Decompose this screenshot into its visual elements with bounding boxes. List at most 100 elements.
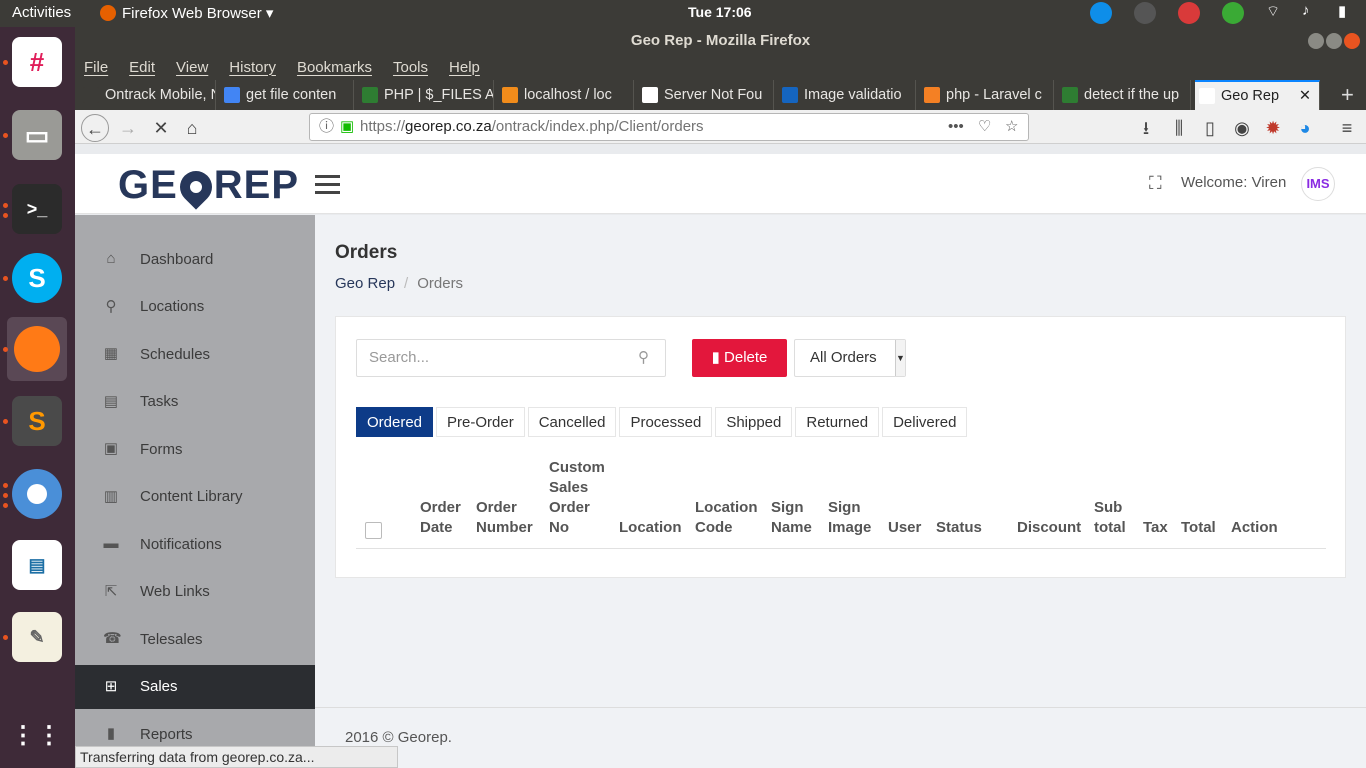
activities-button[interactable]: Activities <box>12 4 71 21</box>
account-icon[interactable]: ◉ <box>1228 114 1256 142</box>
teamviewer-icon[interactable] <box>1090 2 1112 24</box>
select-all-checkbox[interactable] <box>365 522 382 539</box>
wifi-icon[interactable]: ⌔ <box>1266 2 1280 24</box>
browser-tab[interactable]: PHP | $_FILES A <box>358 80 494 110</box>
sidebar-item-tasks[interactable]: ▤ Tasks <box>75 380 315 424</box>
browser-tab[interactable]: Ontrack Mobile, N <box>79 80 216 110</box>
column-header[interactable]: Status <box>936 518 982 538</box>
menu-toggle-icon[interactable] <box>315 175 340 194</box>
sidebar-item-sales[interactable]: ⊞ Sales <box>75 664 315 709</box>
clock[interactable]: Tue 17:06 <box>688 4 752 20</box>
sidebar-item-web-links[interactable]: ⇱ Web Links <box>75 570 315 614</box>
back-button[interactable]: ← <box>81 114 109 142</box>
column-header[interactable]: Order Date <box>420 498 461 538</box>
column-header[interactable]: Custom Sales Order No <box>549 458 605 538</box>
column-header[interactable]: Location Code <box>695 498 758 538</box>
tab-label: detect if the up <box>1084 87 1180 103</box>
column-header[interactable]: Sign Name <box>771 498 812 538</box>
menu-bookmarks[interactable]: Bookmarks <box>297 59 372 76</box>
fullscreen-icon[interactable]: ⛶ <box>1149 173 1162 194</box>
skype-icon[interactable]: S <box>12 253 62 303</box>
tab-shipped[interactable]: Shipped <box>715 407 793 437</box>
sidebar-item-notifications[interactable]: ▬ Notifications <box>75 522 315 566</box>
column-header[interactable]: Total <box>1181 518 1216 538</box>
menu-file[interactable]: File <box>84 59 108 76</box>
extension-2-icon[interactable]: ◕ <box>1291 114 1319 142</box>
tab-returned[interactable]: Returned <box>795 407 880 437</box>
breadcrumb-home[interactable]: Geo Rep <box>335 275 395 292</box>
terminal-icon[interactable]: >_ <box>12 184 62 234</box>
minimize-button[interactable] <box>1308 33 1324 49</box>
pocket-icon[interactable]: ♡ <box>978 114 991 140</box>
hamburger-menu-icon[interactable]: ≡ <box>1333 114 1361 142</box>
menu-edit[interactable]: Edit <box>129 59 155 76</box>
browser-tab[interactable]: Server Not Fou <box>638 80 774 110</box>
sidebar-item-telesales[interactable]: ☎ Telesales <box>75 617 315 661</box>
chromium-icon[interactable] <box>12 469 62 519</box>
menu-view[interactable]: View <box>176 59 208 76</box>
column-header[interactable]: Sign Image <box>828 498 871 538</box>
text-editor-icon[interactable]: ✎ <box>12 612 62 662</box>
volume-icon[interactable]: ♪ <box>1302 2 1316 24</box>
browser-tab[interactable]: Image validatio <box>778 80 916 110</box>
sidebar-item-locations[interactable]: ⚲ Locations <box>75 285 315 329</box>
avatar[interactable]: IMS <box>1301 167 1335 201</box>
battery-icon[interactable]: ▮ <box>1338 2 1352 24</box>
stop-icon[interactable] <box>1178 2 1200 24</box>
tab-ordered[interactable]: Ordered <box>356 407 434 437</box>
firefox-dock-icon[interactable] <box>7 317 67 381</box>
close-window-button[interactable] <box>1344 33 1360 49</box>
libreoffice-impress-icon[interactable]: ▤ <box>12 540 62 590</box>
orders-filter-select[interactable]: All Orders ▼ <box>794 339 906 377</box>
sidebar-toggle-icon[interactable]: ▯ <box>1196 114 1224 142</box>
downloads-icon[interactable]: ⭳ <box>1132 114 1160 142</box>
info-icon[interactable]: ⓘ <box>319 114 334 140</box>
file-manager-icon[interactable]: ▭ <box>12 110 62 160</box>
extension-icon[interactable]: ✹ <box>1259 114 1287 142</box>
maximize-button[interactable] <box>1326 33 1342 49</box>
column-header[interactable]: Order Number <box>476 498 533 538</box>
tab-cancelled[interactable]: Cancelled <box>527 407 617 437</box>
sidebar-item-content-library[interactable]: ▥ Content Library <box>75 475 315 519</box>
browser-tab[interactable]: get file conten <box>220 80 354 110</box>
tab-processed[interactable]: Processed <box>619 407 713 437</box>
library-icon[interactable]: ⫼ <box>1165 114 1193 142</box>
column-header[interactable]: Action <box>1231 518 1278 538</box>
sidebar-item-schedules[interactable]: ▦ Schedules <box>75 332 315 376</box>
browser-tab[interactable]: detect if the up <box>1058 80 1191 110</box>
url-bar[interactable]: ⓘ ▣ https://georep.co.za/ontrack/index.p… <box>309 113 1029 141</box>
column-header[interactable]: Discount <box>1017 518 1081 538</box>
firefox-icon <box>100 5 116 21</box>
sidebar-item-dashboard[interactable]: ⌂ Dashboard <box>75 237 315 281</box>
browser-tab[interactable]: Geo Rep ✕ <box>1195 80 1320 110</box>
page-actions-icon[interactable]: ••• <box>948 114 964 140</box>
search-icon[interactable]: ⚲ <box>638 340 649 376</box>
sublime-text-icon[interactable]: S <box>12 396 62 446</box>
menu-tools[interactable]: Tools <box>393 59 428 76</box>
menu-help[interactable]: Help <box>449 59 480 76</box>
delete-button[interactable]: ▮ Delete <box>692 339 787 377</box>
home-button[interactable]: ⌂ <box>178 114 206 142</box>
column-header[interactable]: User <box>888 518 921 538</box>
bookmark-star-icon[interactable]: ☆ <box>1005 114 1018 140</box>
column-header[interactable]: Sub total <box>1094 498 1126 538</box>
close-tab-icon[interactable]: ✕ <box>1299 82 1311 110</box>
sidebar-item-forms[interactable]: ▣ Forms <box>75 427 315 471</box>
slack-tray-icon[interactable] <box>1134 2 1156 24</box>
tab-pre-order[interactable]: Pre-Order <box>436 407 525 437</box>
app-menu[interactable]: Firefox Web Browser ▾ <box>100 4 273 22</box>
browser-tab[interactable]: php - Laravel c <box>920 80 1054 110</box>
tab-delivered[interactable]: Delivered <box>882 407 968 437</box>
column-header[interactable]: Tax <box>1143 518 1168 538</box>
menu-history[interactable]: History <box>229 59 276 76</box>
check-icon[interactable] <box>1222 2 1244 24</box>
show-applications-icon[interactable]: ⋮⋮ <box>11 710 62 760</box>
browser-tab[interactable]: localhost / loc <box>498 80 634 110</box>
slack-icon[interactable]: # <box>12 37 62 87</box>
georep-logo[interactable]: GE REP <box>118 163 299 211</box>
column-header[interactable]: Location <box>619 518 682 538</box>
new-tab-button[interactable]: + <box>1341 82 1354 108</box>
forward-button[interactable]: → <box>114 114 142 142</box>
stop-loading-button[interactable]: ✕ <box>147 114 175 142</box>
search-input[interactable]: Search... ⚲ <box>356 339 666 377</box>
